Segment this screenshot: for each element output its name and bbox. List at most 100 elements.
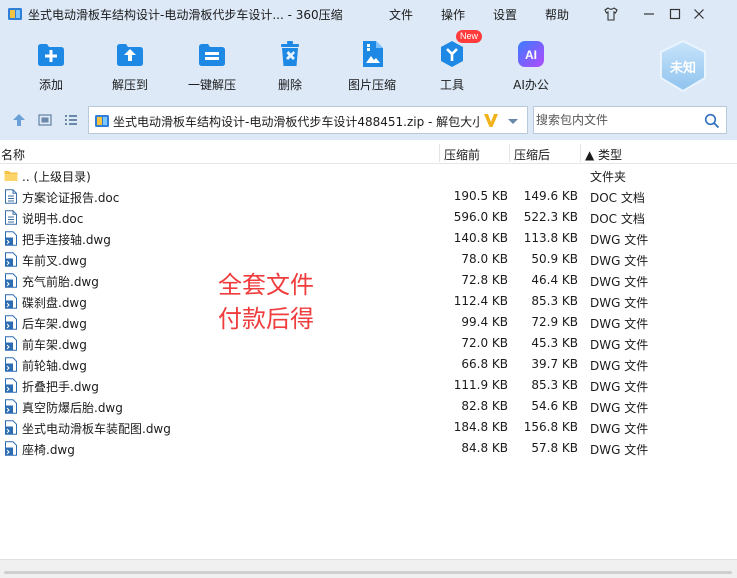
maximize-button[interactable] [664,3,686,25]
image-compress-icon [363,41,383,67]
image-compress-button[interactable]: 图片压缩 [340,28,404,100]
file-row[interactable]: 碟刹盘.dwg 112.4 KB 85.3 KB DWG 文件 [0,291,737,312]
file-packed-size: 99.4 KB [461,315,508,329]
up-arrow-icon[interactable] [11,112,27,128]
file-row[interactable]: 方案论证报告.doc 190.5 KB 149.6 KB DOC 文档 [0,186,737,207]
file-type: DOC 文档 [590,191,645,205]
account-label: 未知 [669,61,696,76]
minimize-button[interactable] [638,3,660,25]
column-divider[interactable] [509,144,510,162]
file-row[interactable]: 前轮轴.dwg 66.8 KB 39.7 KB DWG 文件 [0,354,737,375]
thumbnail-view-icon[interactable] [37,112,53,128]
title-bar: 坐式电动滑板车结构设计-电动滑板代步车设计... - 360压缩 文件 操作 设… [0,0,737,28]
file-row[interactable]: 折叠把手.dwg 111.9 KB 85.3 KB DWG 文件 [0,375,737,396]
file-type: DWG 文件 [590,380,649,394]
file-unpacked-size: 57.8 KB [531,441,578,455]
file-name: 把手连接轴.dwg [22,233,111,247]
dwg-file-icon [5,336,17,351]
app-logo-icon [8,8,22,20]
ai-office-button[interactable]: AI AI办公 [502,28,560,100]
file-packed-size: 72.0 KB [461,336,508,350]
add-icon [38,44,64,66]
watermark-text: 全套文件 付款后得 [218,268,314,336]
file-type: DWG 文件 [590,443,649,457]
horizontal-scrollbar[interactable] [0,559,737,578]
file-name: 座椅.dwg [22,443,75,457]
delete-button[interactable]: 删除 [262,28,318,100]
file-unpacked-size: 85.3 KB [531,378,578,392]
file-row[interactable]: 后车架.dwg 99.4 KB 72.9 KB DWG 文件 [0,312,737,333]
dwg-file-icon [5,273,17,288]
image-compress-label: 图片压缩 [347,78,396,92]
file-packed-size: 72.8 KB [461,273,508,287]
file-name: 折叠把手.dwg [22,380,99,394]
column-type[interactable]: ▲ 类型 [585,146,622,163]
file-row[interactable]: 真空防爆后胎.dwg 82.8 KB 54.6 KB DWG 文件 [0,396,737,417]
account-badge[interactable]: 未知 [655,38,711,94]
menu-file[interactable]: 文件 [389,6,413,23]
file-row[interactable]: 把手连接轴.dwg 140.8 KB 113.8 KB DWG 文件 [0,228,737,249]
column-name[interactable]: 名称 [1,146,25,163]
file-row[interactable]: 座椅.dwg 84.8 KB 57.8 KB DWG 文件 [0,438,737,459]
skin-button[interactable] [600,3,622,25]
file-type: DWG 文件 [590,254,649,268]
file-row[interactable]: 说明书.doc 596.0 KB 522.3 KB DOC 文档 [0,207,737,228]
scrollbar-thumb[interactable] [4,571,732,574]
file-row[interactable]: 充气前胎.dwg 72.8 KB 46.4 KB DWG 文件 [0,270,737,291]
file-name: 碟刹盘.dwg [22,296,87,310]
search-input[interactable] [536,110,696,130]
search-icon[interactable] [704,113,720,129]
file-name: 后车架.dwg [22,317,87,331]
file-packed-size: 140.8 KB [453,231,508,245]
list-view-icon[interactable] [63,112,79,128]
dwg-file-icon [5,378,17,393]
extract-to-button[interactable]: 解压到 [100,28,160,100]
file-unpacked-size: 149.6 KB [523,189,578,203]
dwg-file-icon [5,357,17,372]
one-click-extract-button[interactable]: 一键解压 [180,28,244,100]
path-field[interactable]: 坐式电动滑板车结构设计-电动滑板代步车设计488451.zip - 解包大小 [88,106,528,134]
file-list: .. (上级目录) 文件夹 方案论证报告.doc 190.5 KB 149.6 KB DO… [0,165,737,459]
column-unpacked[interactable]: 压缩后 [514,146,550,163]
file-unpacked-size: 50.9 KB [531,252,578,266]
menu-help[interactable]: 帮助 [545,6,569,23]
file-unpacked-size: 85.3 KB [531,294,578,308]
file-type: DWG 文件 [590,359,649,373]
file-unpacked-size: 156.8 KB [523,420,578,434]
file-type: DWG 文件 [590,401,649,415]
dwg-file-icon [5,399,17,414]
file-packed-size: 596.0 KB [453,210,508,224]
close-icon [694,9,704,19]
file-unpacked-size: 54.6 KB [531,399,578,413]
file-packed-size: 82.8 KB [461,399,508,413]
tools-button[interactable]: New 工具 [424,28,483,100]
toolbar: 添加 解压到 一键解压 删除 图片压缩 New 工具 AI AI办公 [0,28,737,100]
column-divider[interactable] [580,144,581,162]
file-type: DWG 文件 [590,296,649,310]
shirt-icon [604,7,618,21]
file-type: DOC 文档 [590,212,645,226]
file-packed-size: 66.8 KB [461,357,508,371]
file-type: DWG 文件 [590,317,649,331]
file-type: 文件夹 [590,170,627,184]
file-row[interactable]: .. (上级目录) 文件夹 [0,165,737,186]
file-row[interactable]: 车前叉.dwg 78.0 KB 50.9 KB DWG 文件 [0,249,737,270]
file-name: 方案论证报告.doc [22,191,120,205]
chevron-down-icon[interactable] [507,118,519,126]
menu-operate[interactable]: 操作 [441,6,465,23]
minimize-icon [644,13,654,15]
watermark-line-2: 付款后得 [218,305,314,333]
file-row[interactable]: 坐式电动滑板车装配图.dwg 184.8 KB 156.8 KB DWG 文件 [0,417,737,438]
file-unpacked-size: 45.3 KB [531,336,578,350]
search-box[interactable] [533,106,727,134]
one-click-extract-label: 一键解压 [187,78,236,92]
add-button[interactable]: 添加 [21,28,81,100]
close-button[interactable] [688,3,710,25]
column-divider[interactable] [439,144,440,162]
menu-settings[interactable]: 设置 [493,6,517,23]
dwg-file-icon [5,294,17,309]
vip-v-icon[interactable] [483,111,499,129]
column-packed[interactable]: 压缩前 [444,146,480,163]
ai-office-label: AI办公 [513,78,549,92]
file-row[interactable]: 前车架.dwg 72.0 KB 45.3 KB DWG 文件 [0,333,737,354]
